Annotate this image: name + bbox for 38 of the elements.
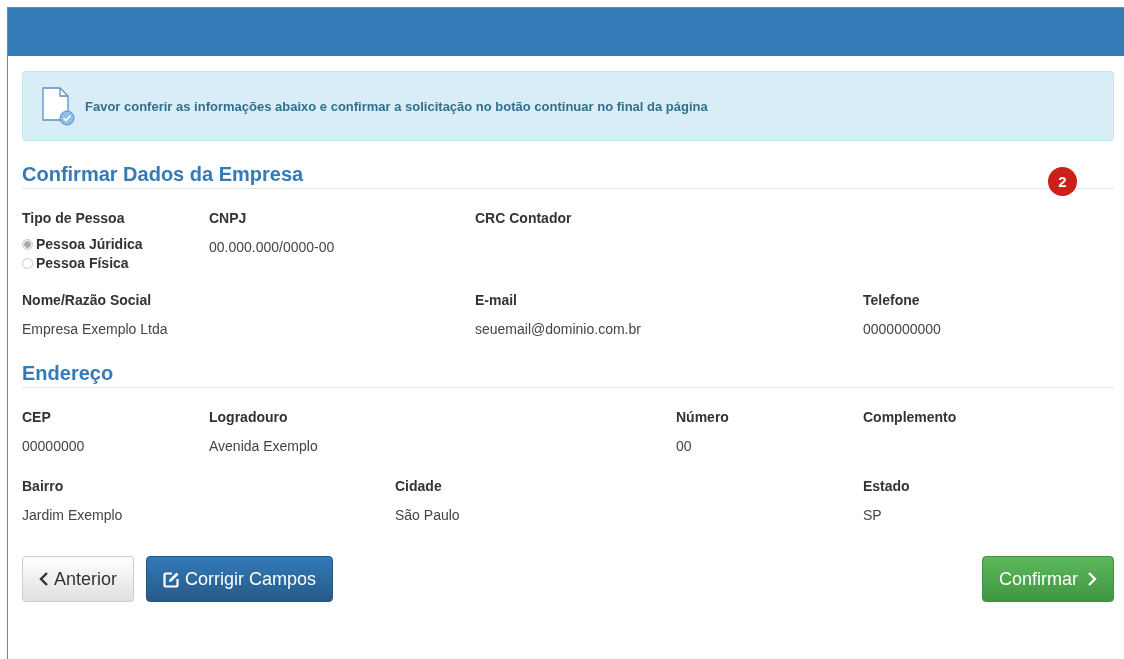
field-label: E-mail xyxy=(475,292,517,308)
field-value: 00.000.000/0000-00 xyxy=(209,239,335,255)
field-label: Cidade xyxy=(395,478,442,494)
field-label: Número xyxy=(676,409,729,425)
field-label: Telefone xyxy=(863,292,920,308)
field-value: Avenida Exemplo xyxy=(209,438,318,454)
radio-label: Pessoa Júridica xyxy=(36,236,143,252)
field-label: CEP xyxy=(22,409,51,425)
alert-message: Favor conferir as informações abaixo e confirmar a solicitação no botão continuar no final da página xyxy=(85,98,708,114)
radio-label: Pessoa Física xyxy=(36,255,129,271)
chevron-right-icon xyxy=(1087,572,1097,586)
field-label: Nome/Razão Social xyxy=(22,292,152,308)
field-value: 0000000000 xyxy=(863,321,941,337)
field-value: seuemail@dominio.com.br xyxy=(475,321,641,337)
field-label: Tipo de Pessoa xyxy=(22,210,125,226)
field-value: 00000000 xyxy=(22,438,85,454)
field-label: Logradouro xyxy=(209,409,288,425)
field-value: 00 xyxy=(676,438,692,454)
radio-button[interactable] xyxy=(22,257,33,269)
edit-fields-button[interactable]: Corrigir Campos xyxy=(146,556,334,602)
step-badge: 2 xyxy=(1048,167,1077,196)
section-title: Confirmar Dados da Empresa xyxy=(22,163,304,186)
previous-button[interactable]: Anterior xyxy=(22,556,135,602)
document-check-icon xyxy=(41,86,75,126)
edit-icon xyxy=(163,570,181,588)
field-value: São Paulo xyxy=(395,507,460,523)
field-value: Jardim Exemplo xyxy=(22,507,123,523)
confirm-button[interactable]: Confirmar xyxy=(982,556,1114,602)
field-label: CRC Contador xyxy=(475,210,572,226)
field-label: Bairro xyxy=(22,478,64,494)
field-label: Estado xyxy=(863,478,910,494)
field-value: SP xyxy=(863,507,882,523)
chevron-left-icon xyxy=(39,572,49,586)
field-label: CNPJ xyxy=(209,210,247,226)
field-value: Empresa Exemplo Ltda xyxy=(22,321,168,337)
radio-button[interactable] xyxy=(22,238,33,250)
field-label: Complemento xyxy=(863,409,957,425)
section-title: Endereço xyxy=(22,362,114,385)
